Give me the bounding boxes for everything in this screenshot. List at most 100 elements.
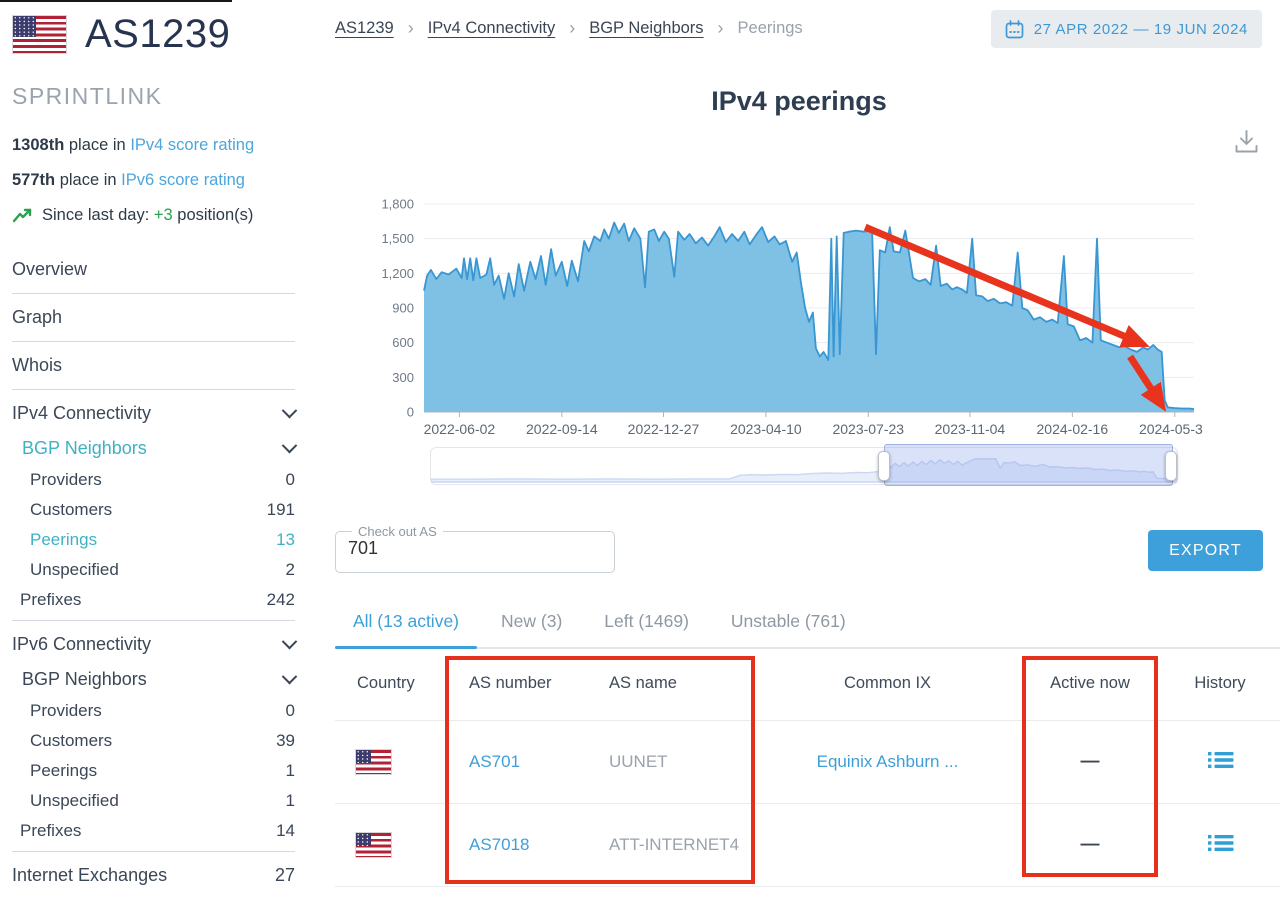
divider [12, 620, 295, 621]
tab-left[interactable]: Left (1469) [586, 603, 707, 647]
sidebar-item-ipv4-connectivity[interactable]: IPv4 Connectivity [12, 395, 295, 432]
svg-text:2023-11-04: 2023-11-04 [935, 421, 1006, 437]
as-number-link[interactable]: AS7018 [445, 835, 585, 855]
export-button[interactable]: EXPORT [1148, 530, 1263, 571]
sidebar-item-label: BGP Neighbors [22, 669, 147, 690]
sidebar-item-providers[interactable]: Providers0 [12, 696, 295, 726]
header-common-ix: Common IX [755, 674, 1020, 693]
sidebar-item-graph[interactable]: Graph [12, 299, 295, 336]
sidebar-item-bgp-neighbors[interactable]: BGP Neighbors [12, 663, 295, 696]
sidebar-item-value: 0 [286, 470, 295, 490]
as-name-cell: UUNET [585, 752, 755, 772]
svg-text:900: 900 [392, 301, 414, 316]
sidebar-item-label: IPv4 Connectivity [12, 403, 151, 424]
sidebar-item-customers[interactable]: Customers39 [12, 726, 295, 756]
sidebar-item-prefixes[interactable]: Prefixes 242 [12, 585, 295, 615]
sidebar-item-prefixes[interactable]: Prefixes14 [12, 816, 295, 846]
ipv4-score-rating-link[interactable]: IPv4 score rating [130, 136, 254, 154]
sidebar-item-bgp-neighbors[interactable]: BGP Neighbors [12, 432, 295, 465]
as-name-cell: ATT-INTERNET4 [585, 835, 755, 855]
breadcrumb-item-bgp-neighbors[interactable]: BGP Neighbors [589, 19, 703, 38]
sidebar-item-value: 242 [267, 590, 295, 610]
table-row: AS7018 ATT-INTERNET4 — [335, 803, 1280, 887]
tab-new[interactable]: New (3) [483, 603, 580, 647]
since-last-day: Since last day: +3 position(s) [12, 206, 295, 225]
breadcrumb-item-peerings: Peerings [738, 19, 803, 38]
sidebar-item-customers[interactable]: Customers191 [12, 495, 295, 525]
history-cell[interactable] [1160, 833, 1280, 858]
sidebar-item-label: Providers [30, 470, 102, 490]
breadcrumb-item-ipv4-connectivity[interactable]: IPv4 Connectivity [428, 19, 555, 38]
score-ratings: 1308th place in IPv4 score rating 577th … [12, 136, 295, 225]
chevron-down-icon [282, 403, 298, 419]
chevron-down-icon [282, 669, 298, 685]
peerings-area-chart: 03006009001,2001,5001,8002022-06-022022-… [358, 192, 1203, 444]
sidebar-item-value: 13 [276, 530, 295, 550]
breadcrumb-separator: › [569, 18, 575, 39]
sidebar-item-peerings[interactable]: Peerings13 [12, 525, 295, 555]
active-now-cell: — [1020, 751, 1160, 773]
as-number-link[interactable]: AS701 [445, 752, 585, 772]
svg-text:2022-06-02: 2022-06-02 [424, 421, 496, 437]
active-now-cell: — [1020, 834, 1160, 856]
breadcrumb-item-as1239[interactable]: AS1239 [335, 19, 394, 38]
divider [12, 851, 295, 852]
sidebar-item-unspecified[interactable]: Unspecified2 [12, 555, 295, 585]
ipv6-score-rating-link[interactable]: IPv6 score rating [121, 171, 245, 189]
svg-text:0: 0 [407, 405, 414, 420]
slider-handle-left[interactable] [878, 451, 890, 481]
slider-handle-right[interactable] [1165, 451, 1177, 481]
sidebar-item-label: Customers [30, 731, 112, 751]
date-range-picker[interactable]: 27 APR 2022 — 19 JUN 2024 [991, 10, 1262, 48]
check-out-as-input[interactable] [346, 537, 608, 560]
date-range-text: 27 APR 2022 — 19 JUN 2024 [1034, 21, 1248, 38]
sidebar-item-overview[interactable]: Overview [12, 251, 295, 288]
sidebar-item-value: 0 [286, 701, 295, 721]
sidebar-item-unspecified[interactable]: Unspecified1 [12, 786, 295, 816]
peers-table: Country AS number AS name Common IX Acti… [335, 647, 1280, 887]
time-range-slider[interactable] [430, 447, 1178, 485]
header-as-name: AS name [585, 674, 755, 693]
as-header: AS1239 [12, 12, 295, 57]
sidebar-item-label: Whois [12, 355, 62, 376]
header-as-number: AS number [445, 674, 585, 693]
trending-up-icon [12, 208, 34, 224]
header-country: Country [335, 674, 445, 693]
sidebar-item-label: Internet Exchanges [12, 865, 167, 886]
svg-text:600: 600 [392, 335, 414, 350]
calendar-icon [1005, 20, 1024, 39]
sidebar-item-label: Unspecified [30, 791, 119, 811]
header-active-now: Active now [1020, 674, 1160, 693]
since-delta: +3 [154, 206, 173, 224]
header-history: History [1160, 674, 1280, 693]
sidebar-item-label: Prefixes [20, 590, 81, 610]
sidebar-item-ipv6-connectivity[interactable]: IPv6 Connectivity [12, 626, 295, 663]
sidebar-item-label: Customers [30, 500, 112, 520]
sidebar-item-value: 14 [276, 821, 295, 841]
page-title: IPv4 peerings [335, 86, 1263, 117]
tab-unstable[interactable]: Unstable (761) [713, 603, 864, 647]
sidebar-item-internet-exchanges[interactable]: Internet Exchanges27 [12, 857, 295, 894]
common-ix-link[interactable]: Equinix Ashburn ... [755, 752, 1020, 772]
table-header-row: Country AS number AS name Common IX Acti… [335, 647, 1280, 720]
sidebar-item-whois[interactable]: Whois [12, 347, 295, 384]
since-prefix: Since last day: [42, 206, 154, 224]
svg-text:2023-04-10: 2023-04-10 [730, 421, 802, 437]
ipv4-rank: 1308th [12, 136, 64, 154]
tab-all[interactable]: All (13 active) [335, 603, 477, 647]
sidebar-item-providers[interactable]: Providers 0 [12, 465, 295, 495]
svg-text:1,200: 1,200 [381, 266, 414, 281]
since-suffix: position(s) [173, 206, 254, 224]
peer-list-tabs: All (13 active)New (3)Left (1469)Unstabl… [335, 603, 1280, 649]
ipv6-rating-line: 577th place in IPv6 score rating [12, 171, 295, 190]
sidebar-item-peerings[interactable]: Peerings1 [12, 756, 295, 786]
as-name-subtitle: SPRINTLINK [12, 83, 295, 110]
download-chart-icon[interactable] [1233, 129, 1260, 160]
history-list-icon[interactable] [1207, 750, 1234, 770]
history-list-icon[interactable] [1207, 833, 1234, 853]
slider-selection-window[interactable] [884, 444, 1173, 486]
table-row: AS701 UUNET Equinix Ashburn ... — [335, 720, 1280, 803]
as-detail-page: AS1239 SPRINTLINK 1308th place in IPv4 s… [0, 0, 1280, 897]
screen-edge-artifact [0, 0, 232, 2]
history-cell[interactable] [1160, 750, 1280, 775]
